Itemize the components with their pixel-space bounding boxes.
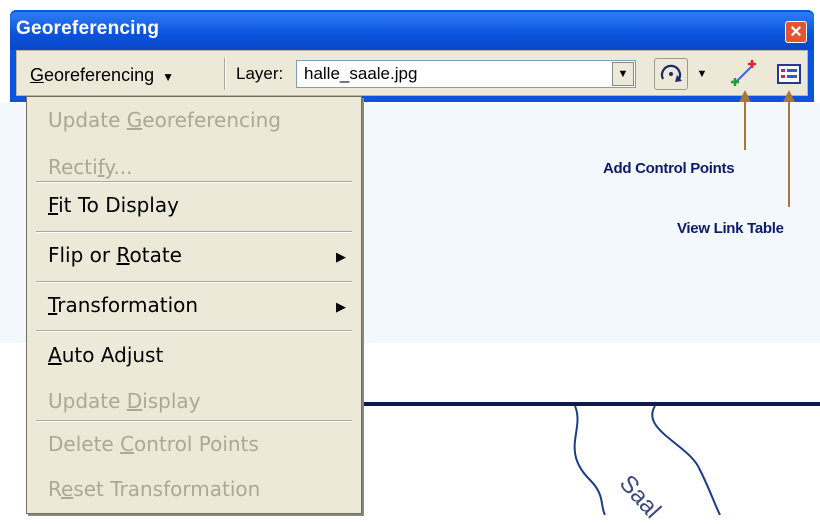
menu-item-mnemonic: A — [48, 343, 62, 367]
submenu-arrow-icon: ▶ — [336, 299, 346, 314]
menu-button-mnemonic: G — [30, 65, 45, 85]
toolbar-separator — [224, 58, 226, 90]
menu-button-label: eoreferencing — [44, 65, 155, 85]
menu-item-mnemonic: C — [120, 432, 135, 456]
menu-item-label: ransformation — [57, 293, 199, 317]
menu-item-auto-adjust[interactable]: Auto Adjust — [48, 343, 163, 367]
window-title: Georeferencing — [16, 18, 160, 39]
menu-item-label: ontrol Points — [134, 432, 259, 456]
menu-item-mnemonic: R — [116, 243, 130, 267]
menu-item-label: Update — [48, 108, 127, 132]
menu-item-flip-or-rotate[interactable]: Flip or Rotate — [48, 243, 182, 267]
menu-item-transformation[interactable]: Transformation — [48, 293, 198, 317]
close-button[interactable]: ✕ — [785, 21, 807, 43]
menu-item-label: Flip or — [48, 243, 117, 267]
layer-dropdown-arrow[interactable]: ▼ — [612, 62, 634, 86]
menu-item-label: Delete — [48, 432, 121, 456]
menu-item-label: otate — [129, 243, 182, 267]
menu-item-label: R — [48, 477, 61, 501]
menu-separator — [36, 330, 352, 332]
menu-item-rectify: Rectify... — [48, 155, 132, 179]
menu-item-label: y... — [104, 155, 133, 179]
menu-item-label: uto Adjust — [61, 343, 164, 367]
menu-item-label: set Transformation — [73, 477, 261, 501]
map-boundary-line — [360, 402, 820, 406]
menu-item-label: eoreferencing — [142, 108, 281, 132]
menu-item-label: isplay — [142, 389, 201, 413]
menu-item-mnemonic: G — [126, 108, 143, 132]
menu-item-label: Update — [48, 389, 127, 413]
menu-item-mnemonic: T — [48, 293, 58, 317]
submenu-arrow-icon: ▶ — [336, 249, 346, 264]
menu-item-reset-transformation: Reset Transformation — [48, 477, 260, 501]
menu-item-delete-control-points: Delete Control Points — [48, 432, 259, 456]
add-control-points-callout: Add Control Points — [603, 160, 735, 177]
menu-separator — [36, 281, 352, 283]
rotate-icon — [660, 64, 682, 82]
menu-item-update-display: Update Display — [48, 389, 201, 413]
menu-item-label: it To Display — [58, 193, 179, 217]
chevron-down-icon: ▼ — [162, 70, 174, 84]
layer-select-value: halle_saale.jpg — [304, 64, 418, 83]
menu-item-label: Recti — [48, 155, 98, 179]
close-icon: ✕ — [789, 24, 803, 41]
menu-item-mnemonic: e — [61, 477, 74, 501]
menu-item-mnemonic: D — [126, 389, 143, 413]
add-control-points-icon — [731, 60, 756, 86]
menu-item-fit-to-display[interactable]: Fit To Display — [48, 193, 179, 217]
rotate-button[interactable] — [654, 58, 688, 90]
add-control-points-button[interactable] — [728, 58, 760, 90]
layer-label: Layer: — [236, 64, 284, 83]
rotate-dropdown-arrow[interactable]: ▼ — [692, 62, 712, 86]
menu-item-update-georeferencing: Update Georeferencing — [48, 108, 281, 132]
menu-separator — [36, 181, 352, 183]
menu-separator — [36, 231, 352, 233]
view-link-table-button[interactable] — [775, 60, 803, 88]
link-table-icon — [777, 64, 801, 84]
menu-item-mnemonic: F — [48, 193, 59, 217]
view-link-table-callout: View Link Table — [677, 220, 784, 237]
georeferencing-menu-button[interactable]: Georeferencing ▼ — [24, 58, 220, 92]
menu-separator — [36, 420, 352, 422]
